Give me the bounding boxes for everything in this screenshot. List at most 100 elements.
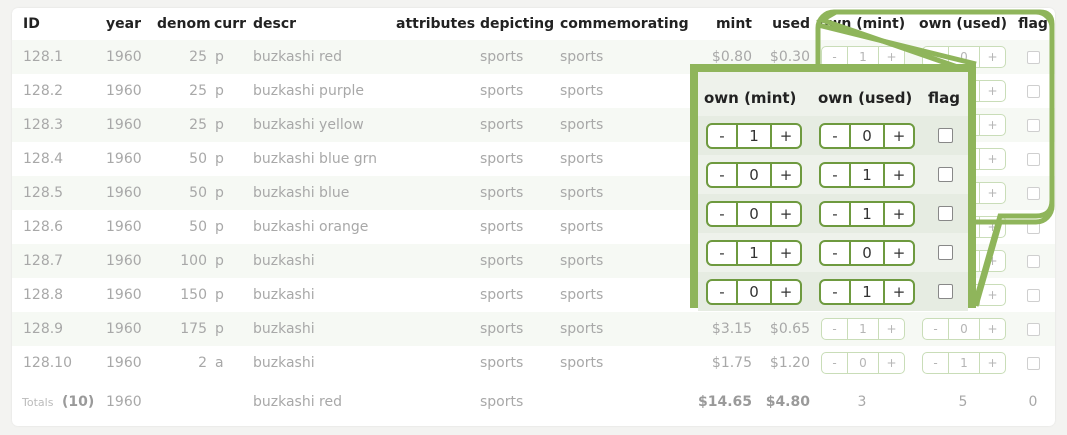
cell-denom: 150 [180, 287, 207, 303]
zoom-own-mint-stepper[interactable]: -0 + [706, 201, 802, 227]
zoom-flag-checkbox[interactable] [938, 245, 953, 260]
flag-checkbox[interactable] [1026, 254, 1040, 268]
increment-button[interactable]: + [885, 164, 913, 186]
cell-mint: $3.15 [711, 321, 752, 337]
zoom-own-mint-stepper[interactable]: -0 + [706, 162, 802, 188]
increment-button[interactable]: + [980, 81, 1005, 101]
increment-button[interactable]: + [772, 164, 800, 186]
increment-button[interactable]: + [885, 203, 913, 225]
increment-button[interactable]: + [980, 47, 1005, 67]
col-curr[interactable]: curr [214, 8, 246, 40]
zoom-own-used-stepper[interactable]: -1 + [819, 162, 915, 188]
increment-button[interactable]: + [772, 125, 800, 147]
col-flag[interactable]: flag [1015, 8, 1051, 40]
increment-button[interactable]: + [980, 183, 1005, 203]
decrement-button[interactable]: - [708, 242, 736, 264]
increment-button[interactable]: + [885, 281, 913, 303]
zoom-own-mint-value: 1 [736, 125, 772, 147]
flag-checkbox[interactable] [1026, 322, 1040, 336]
flag-checkbox[interactable] [1026, 50, 1040, 64]
cell-commemorating: sports [560, 219, 604, 235]
decrement-button[interactable]: - [821, 281, 849, 303]
cell-denom: 175 [180, 321, 207, 337]
decrement-button[interactable]: - [708, 203, 736, 225]
cell-id: 128.10 [23, 355, 72, 371]
zoom-own-mint-stepper[interactable]: -0 + [706, 279, 802, 305]
zoom-own-used-stepper[interactable]: -0 + [819, 123, 915, 149]
flag-checkbox[interactable] [1026, 84, 1040, 98]
flag-checkbox[interactable] [1026, 186, 1040, 200]
cell-descr: buzkashi orange [253, 219, 369, 235]
col-own-used[interactable]: own (used) [916, 8, 1010, 40]
col-id[interactable]: ID [23, 8, 40, 40]
col-own-mint[interactable]: own (mint) [817, 8, 907, 40]
zoom-flag-checkbox[interactable] [938, 128, 953, 143]
increment-button[interactable]: + [980, 285, 1005, 305]
flag-checkbox[interactable] [1026, 220, 1040, 234]
decrement-button[interactable]: - [708, 125, 736, 147]
col-depicting[interactable]: depicting [480, 8, 554, 40]
own-mint-stepper[interactable]: -0+ [821, 346, 905, 380]
zoom-flag-checkbox[interactable] [938, 206, 953, 221]
own-used-stepper[interactable]: -1+ [922, 346, 1006, 380]
increment-button[interactable]: + [885, 242, 913, 264]
increment-button[interactable]: + [980, 217, 1005, 237]
increment-button[interactable]: + [980, 149, 1005, 169]
col-used[interactable]: used [762, 8, 810, 40]
totals-own-used: 5 [958, 394, 968, 410]
zoom-own-mint-value: 0 [736, 164, 772, 186]
cell-depicting: sports [480, 83, 524, 99]
flag-checkbox[interactable] [1026, 152, 1040, 166]
zoom-own-used-stepper[interactable]: -0 + [819, 240, 915, 266]
zoom-own-used-stepper[interactable]: -1 + [819, 201, 915, 227]
flag-checkbox[interactable] [1026, 356, 1040, 370]
decrement-button[interactable]: - [821, 164, 849, 186]
own-used-value: 0 [948, 319, 980, 339]
increment-button[interactable]: + [885, 125, 913, 147]
increment-button[interactable]: + [980, 115, 1005, 135]
increment-button[interactable]: + [879, 319, 904, 339]
col-attributes[interactable]: attributes [396, 8, 475, 40]
cell-descr: buzkashi red [253, 49, 343, 65]
cell-descr: buzkashi [253, 287, 315, 303]
decrement-button[interactable]: - [708, 281, 736, 303]
own-mint-stepper[interactable]: -1+ [821, 312, 905, 346]
flag-checkbox[interactable] [1026, 118, 1040, 132]
cell-descr: buzkashi blue grn [253, 151, 378, 167]
increment-button[interactable]: + [980, 251, 1005, 271]
decrement-button[interactable]: - [821, 242, 849, 264]
decrement-button[interactable]: - [923, 353, 948, 373]
zoom-own-mint-stepper[interactable]: -1 + [706, 240, 802, 266]
col-descr[interactable]: descr [253, 8, 296, 40]
cell-curr: p [215, 219, 224, 235]
zoom-own-used-stepper[interactable]: -1 + [819, 279, 915, 305]
cell-depicting: sports [480, 355, 524, 371]
cell-year: 1960 [106, 355, 142, 371]
decrement-button[interactable]: - [708, 164, 736, 186]
increment-button[interactable]: + [980, 353, 1005, 373]
col-commemorating[interactable]: commemorating [560, 8, 689, 40]
flag-checkbox[interactable] [1026, 288, 1040, 302]
zoom-row: -0 + -1 + [698, 272, 968, 311]
decrement-button[interactable]: - [822, 319, 847, 339]
cell-mint: $1.75 [711, 355, 752, 371]
cell-id: 128.2 [23, 83, 64, 99]
col-mint[interactable]: mint [702, 8, 752, 40]
decrement-button[interactable]: - [821, 125, 849, 147]
col-denom[interactable]: denom [157, 8, 211, 40]
increment-button[interactable]: + [772, 281, 800, 303]
decrement-button[interactable]: - [822, 353, 847, 373]
increment-button[interactable]: + [772, 242, 800, 264]
zoom-flag-checkbox[interactable] [938, 284, 953, 299]
increment-button[interactable]: + [980, 319, 1005, 339]
own-used-stepper[interactable]: -0+ [922, 312, 1006, 346]
decrement-button[interactable]: - [821, 203, 849, 225]
totals-descr: buzkashi red [253, 394, 343, 410]
cell-curr: p [215, 117, 224, 133]
col-year[interactable]: year [106, 8, 141, 40]
increment-button[interactable]: + [772, 203, 800, 225]
zoom-own-mint-stepper[interactable]: -1 + [706, 123, 802, 149]
increment-button[interactable]: + [879, 353, 904, 373]
decrement-button[interactable]: - [923, 319, 948, 339]
zoom-flag-checkbox[interactable] [938, 167, 953, 182]
